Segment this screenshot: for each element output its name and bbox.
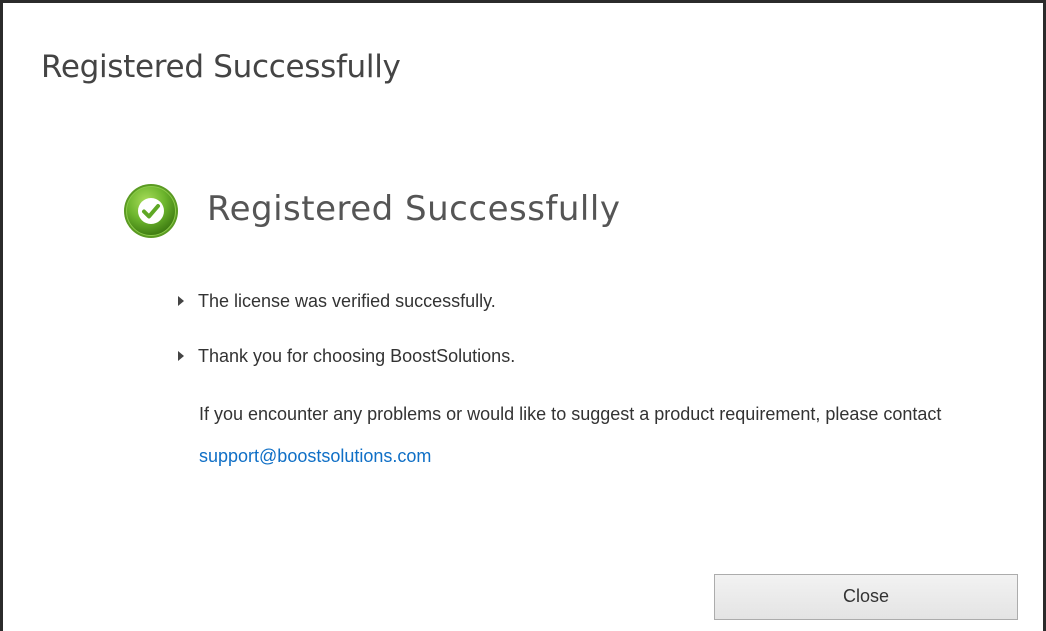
bullet-text: Thank you for choosing BoostSolutions. bbox=[198, 346, 516, 366]
bullet-arrow-icon bbox=[178, 296, 184, 307]
bullet-license-verified: The license was verified successfully. bbox=[178, 291, 496, 312]
bullet-text: The license was verified successfully. bbox=[198, 291, 496, 311]
green-check-circle-icon bbox=[124, 184, 178, 238]
bullet-thank-you: Thank you for choosing BoostSolutions. bbox=[178, 346, 515, 367]
support-email-link[interactable]: support@boostsolutions.com bbox=[199, 446, 431, 466]
dialog-title: Registered Successfully bbox=[41, 49, 401, 85]
registration-dialog: Registered Successfully Registered Succe… bbox=[0, 0, 1046, 631]
success-heading: Registered Successfully bbox=[207, 189, 621, 229]
support-note-text: If you encounter any problems or would l… bbox=[199, 404, 942, 424]
close-button[interactable]: Close bbox=[714, 574, 1018, 620]
bullet-arrow-icon bbox=[178, 351, 184, 362]
support-note: If you encounter any problems or would l… bbox=[199, 393, 1039, 477]
